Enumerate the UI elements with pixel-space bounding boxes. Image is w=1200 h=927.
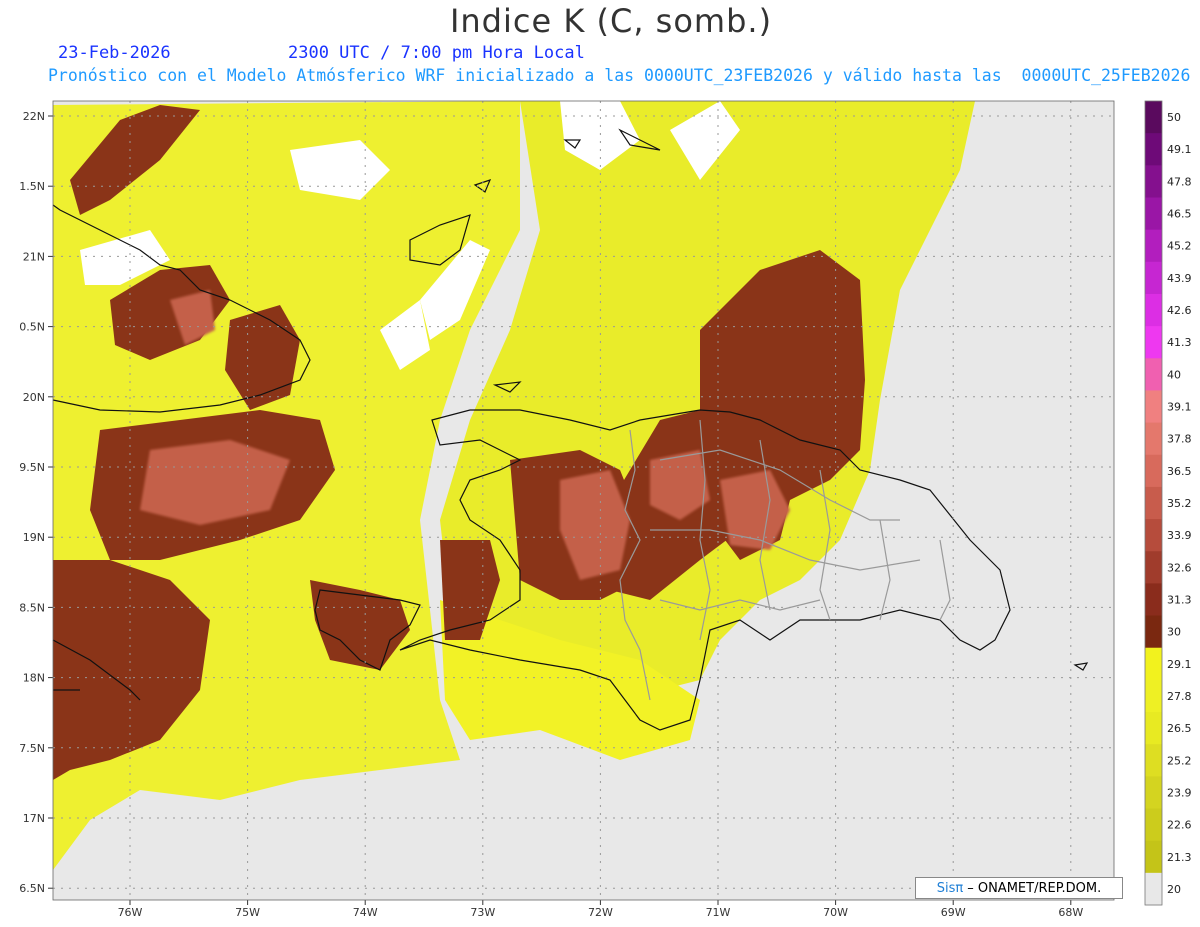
legend-swatch (1145, 583, 1162, 617)
credit-text: – ONAMET/REP.DOM. (967, 880, 1102, 896)
lat-label: 6.5N (19, 882, 45, 895)
lat-label: 7.5N (19, 742, 45, 755)
legend-label: 35.2 (1167, 497, 1192, 510)
legend-swatch (1145, 197, 1162, 231)
legend-label: 29.1 (1167, 658, 1192, 671)
lat-label: 21N (23, 250, 45, 263)
legend-swatch (1145, 840, 1162, 874)
legend-swatch (1145, 679, 1162, 713)
legend-label: 47.8 (1167, 175, 1192, 188)
legend-swatch (1145, 326, 1162, 359)
legend-label: 26.5 (1167, 722, 1192, 735)
k-index-map: 22N 1.5N 21N 0.5N 20N 9.5N 19N 8.5N 18N 7.5N 17N 6.… (19, 100, 1192, 919)
lon-label: 69W (941, 906, 966, 919)
lon-label: 70W (823, 906, 848, 919)
legend-swatch (1145, 872, 1162, 906)
legend-label: 25.2 (1167, 754, 1192, 767)
legend-label: 41.3 (1167, 336, 1192, 349)
legend-label: 27.8 (1167, 690, 1192, 703)
legend-swatch (1145, 229, 1162, 263)
legend-label: 30 (1167, 626, 1181, 639)
legend-swatch (1145, 261, 1162, 295)
legend-label: 21.3 (1167, 851, 1192, 864)
legend-swatch (1145, 486, 1162, 520)
legend-label: 22.6 (1167, 819, 1192, 832)
legend-label: 46.5 (1167, 208, 1192, 221)
legend-swatch (1145, 615, 1162, 649)
legend-label: 42.6 (1167, 304, 1192, 317)
legend-swatch (1145, 390, 1162, 424)
color-legend: 50 49.1 47.8 46.5 45.2 43.9 42.6 41.3 40 39.1 37.8… (1144, 100, 1192, 906)
legend-swatch (1145, 358, 1162, 391)
legend-label: 39.1 (1167, 401, 1192, 414)
legend-label: 45.2 (1167, 240, 1192, 253)
lat-label: 0.5N (19, 321, 45, 334)
legend-swatch (1145, 744, 1162, 777)
legend-label: 43.9 (1167, 272, 1192, 285)
legend-label: 33.9 (1167, 529, 1192, 542)
legend-swatch (1145, 712, 1162, 745)
legend-swatch (1145, 808, 1162, 842)
lat-label: 18N (23, 672, 45, 685)
legend-swatch (1145, 647, 1162, 681)
legend-swatch (1145, 133, 1162, 166)
lat-label: 1.5N (19, 180, 45, 193)
lat-label: 20N (23, 391, 45, 404)
lat-label: 19N (23, 531, 45, 544)
brand-logo: Sisπ (936, 880, 964, 896)
lon-label: 73W (470, 906, 495, 919)
lat-label: 9.5N (19, 461, 45, 474)
legend-swatch (1145, 293, 1162, 327)
legend-swatch (1145, 551, 1162, 584)
lon-label: 74W (353, 906, 378, 919)
lon-label: 71W (706, 906, 731, 919)
legend-label: 32.6 (1167, 561, 1192, 574)
legend-swatch (1145, 454, 1162, 488)
legend-label: 36.5 (1167, 465, 1192, 478)
lon-label: 75W (235, 906, 260, 919)
lat-label: 8.5N (19, 601, 45, 614)
legend-label: 23.9 (1167, 786, 1192, 799)
legend-label: 49.1 (1167, 143, 1192, 156)
legend-swatch (1145, 101, 1162, 134)
lat-label: 17N (23, 812, 45, 825)
lon-label: 68W (1058, 906, 1083, 919)
legend-label: 40 (1167, 368, 1181, 381)
legend-label: 50 (1167, 111, 1181, 124)
legend-label: 20 (1167, 883, 1181, 896)
lat-label: 22N (23, 110, 45, 123)
legend-swatch (1145, 422, 1162, 456)
legend-label: 37.8 (1167, 433, 1192, 446)
legend-label: 31.3 (1167, 593, 1192, 606)
legend-swatch (1145, 165, 1162, 198)
lon-label: 72W (588, 906, 613, 919)
lon-label: 76W (118, 906, 143, 919)
legend-swatch (1145, 519, 1162, 552)
credit-box: Sisπ – ONAMET/REP.DOM. (915, 877, 1123, 899)
legend-swatch (1145, 776, 1162, 810)
